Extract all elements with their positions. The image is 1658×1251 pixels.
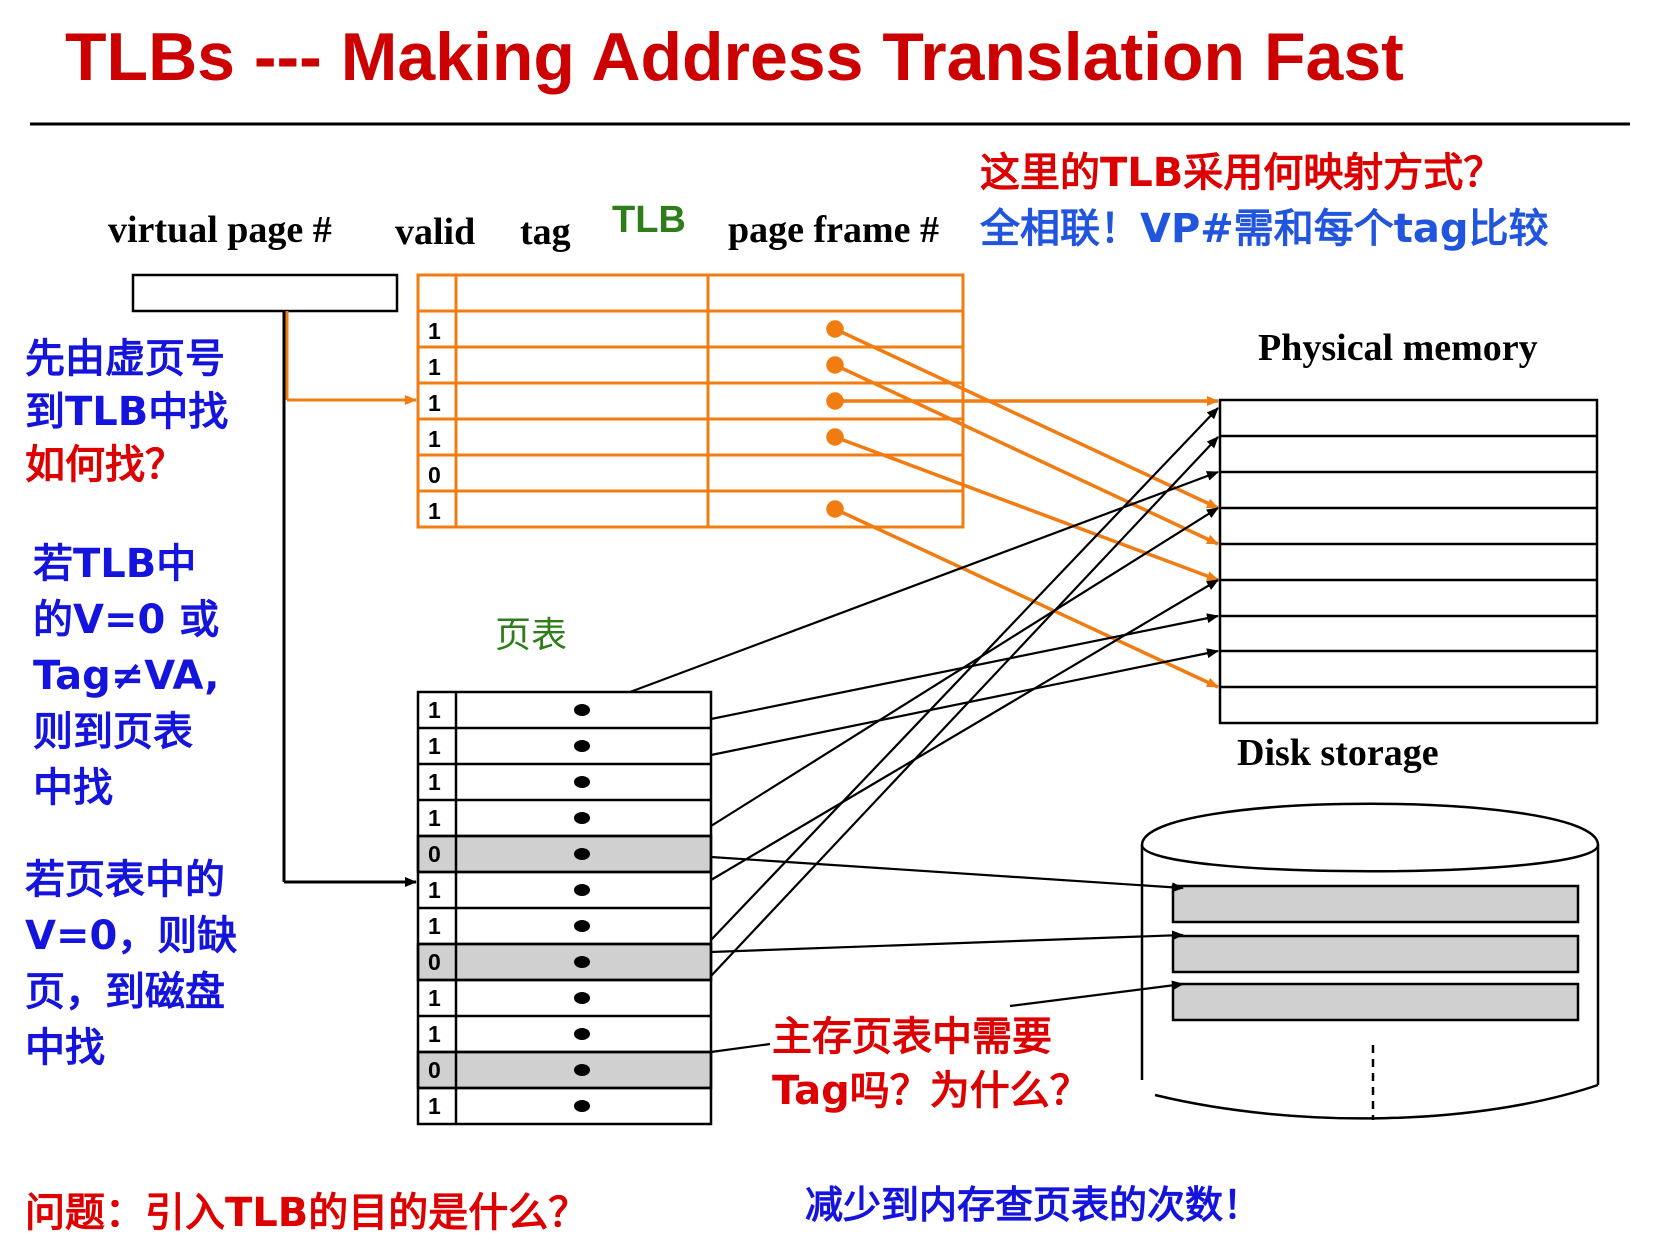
tag-question-line2: Tag吗？为什么？ — [772, 1068, 1090, 1114]
page-table-valid-bit: 1 — [428, 733, 441, 759]
virtual-page-box — [131, 273, 399, 313]
tlb-valid-bit: 1 — [428, 498, 441, 524]
left-notes: 先由虚页号 到TLB中找 如何找？ 若TLB中 的V=0 或 Tag≠VA, 则… — [25, 336, 237, 1071]
note-lookup-line2: 到TLB中找 — [25, 389, 228, 435]
tlb-valid-bits: 1 1 1 1 0 1 — [428, 318, 441, 524]
tlb-label: TLB — [612, 199, 686, 241]
mapping-answer: 全相联！VP#需和每个tag比较 — [979, 206, 1549, 252]
page-table — [416, 690, 713, 1126]
header-virtual-page: virtual page # — [108, 209, 332, 251]
tag-question-line1: 主存页表中需要 — [772, 1014, 1052, 1060]
note-page-fault-line2: V=0，则缺 — [25, 913, 237, 959]
page-table-pointers — [629, 407, 1219, 1054]
header-valid: valid — [395, 211, 475, 253]
tlb-valid-bit: 1 — [428, 354, 441, 380]
tlb-valid-bit: 1 — [428, 426, 441, 452]
note-page-fault-line3: 页，到磁盘 — [25, 969, 225, 1015]
page-table-valid-bit: 1 — [428, 877, 441, 903]
bottom-question: 问题：引入TLB的目的是什么？ — [25, 1190, 588, 1236]
note-lookup-question: 如何找？ — [25, 442, 185, 488]
page-table-valid-bit: 1 — [428, 1021, 441, 1047]
tlb-pointers — [826, 320, 1219, 689]
physical-memory — [1218, 398, 1599, 725]
note-tlb-miss-line3: Tag≠VA, — [33, 653, 219, 699]
disk-storage — [1140, 802, 1600, 1120]
page-table-valid-bit: 1 — [428, 805, 441, 831]
page-table-valid-bit: 0 — [428, 949, 441, 975]
note-tlb-miss-line1: 若TLB中 — [33, 541, 196, 587]
page-table-valid-bit: 1 — [428, 1093, 441, 1119]
tlb-valid-bit: 0 — [428, 462, 441, 488]
page-table-valid-bit: 0 — [428, 841, 441, 867]
mapping-question: 这里的TLB采用何映射方式？ — [980, 150, 1503, 196]
note-lookup-line1: 先由虚页号 — [25, 336, 225, 382]
page-table-valid-bit: 1 — [428, 985, 441, 1011]
bottom-answer: 减少到内存查页表的次数！ — [805, 1183, 1261, 1227]
physical-memory-label: Physical memory — [1258, 327, 1538, 369]
tlb-valid-bit: 1 — [428, 318, 441, 344]
page-table-valid-bit: 1 — [428, 769, 441, 795]
disk-storage-label: Disk storage — [1237, 732, 1439, 774]
tlb-diagram: TLBs --- Making Address Translation Fast… — [25, 19, 1630, 1236]
note-page-fault-line4: 中找 — [25, 1025, 105, 1071]
note-page-fault-line1: 若页表中的 — [25, 857, 225, 903]
page-table-valid-bit: 1 — [428, 697, 441, 723]
note-tlb-miss-line4: 则到页表 — [33, 709, 193, 755]
page-table-label: 页表 — [495, 615, 567, 656]
lookup-arrows — [282, 311, 417, 887]
tlb-valid-bit: 1 — [428, 390, 441, 416]
page-table-valid-bit: 0 — [428, 1057, 441, 1083]
header-page-frame: page frame # — [728, 209, 939, 251]
page-title: TLBs --- Making Address Translation Fast — [65, 19, 1404, 95]
page-table-valid-bit: 1 — [428, 913, 441, 939]
note-tlb-miss-line2: 的V=0 或 — [33, 597, 219, 643]
header-tag: tag — [520, 211, 571, 253]
note-tlb-miss-line5: 中找 — [33, 765, 113, 811]
